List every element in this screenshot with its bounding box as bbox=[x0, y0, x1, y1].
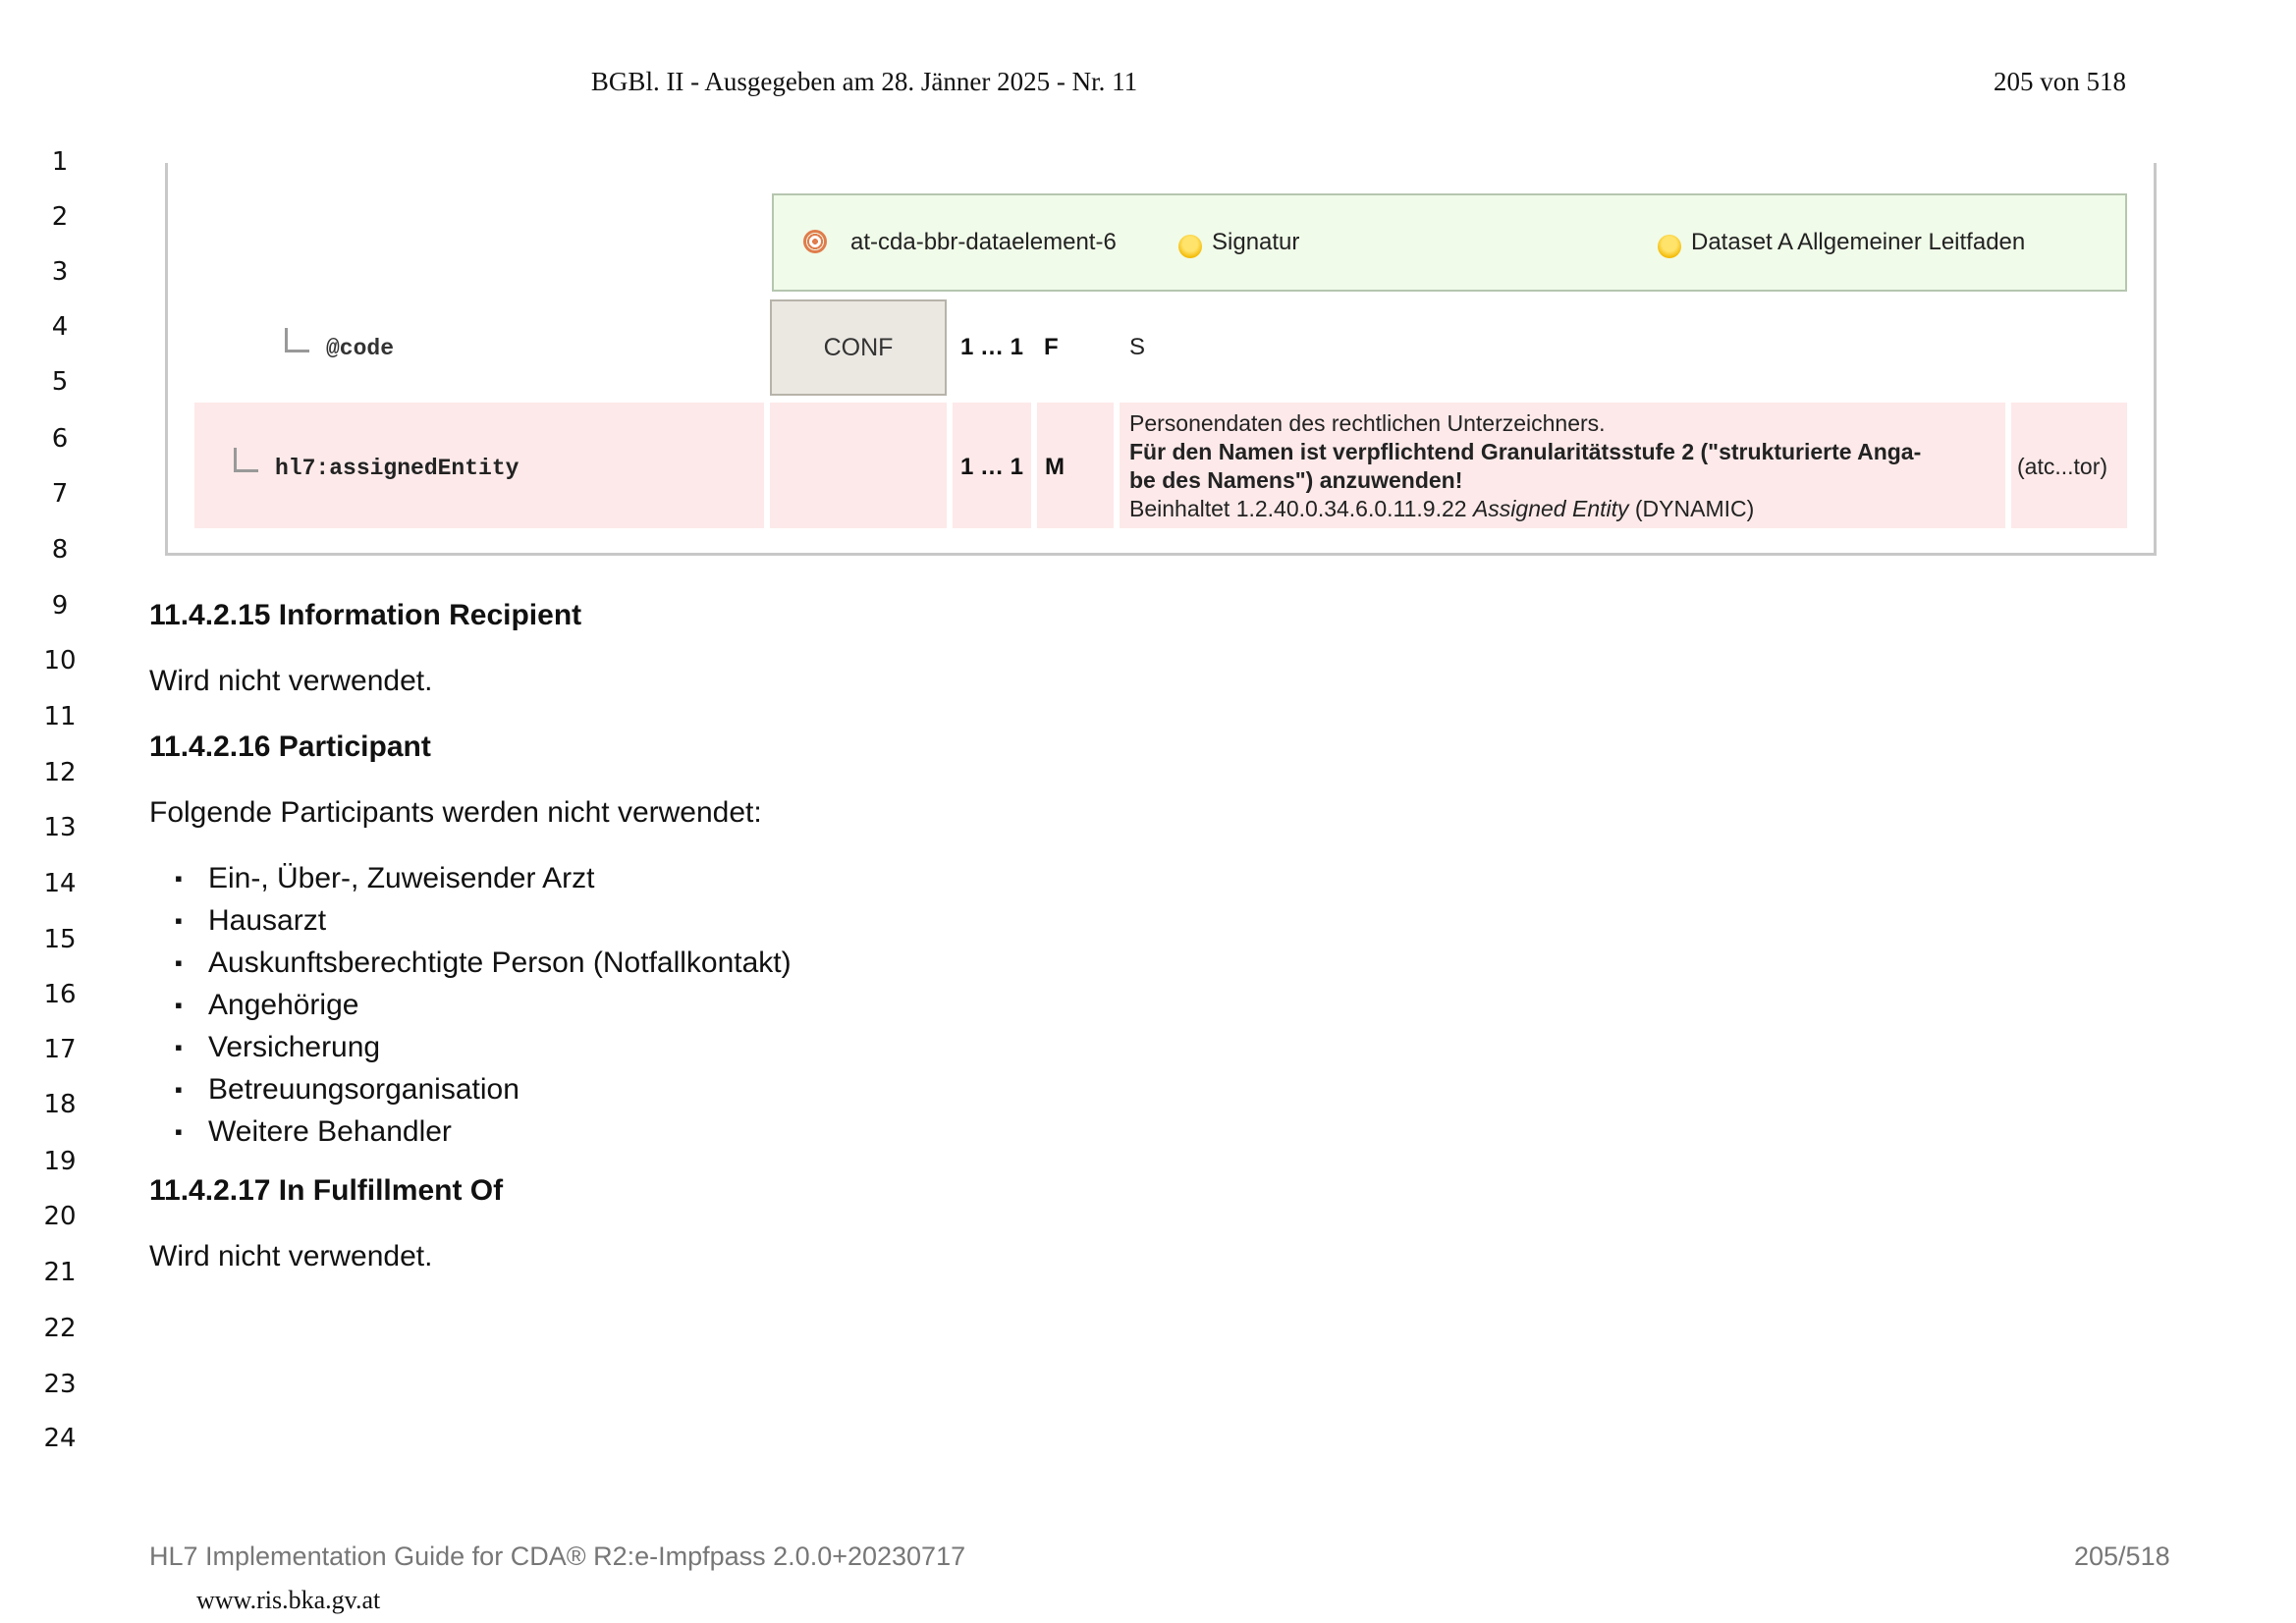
bullet-icon: ▪ bbox=[175, 950, 183, 975]
bullet-icon: ▪ bbox=[175, 908, 183, 933]
conformance-flag: F bbox=[1044, 334, 1059, 360]
list-item: Ein-, Über-, Zuweisender Arzt bbox=[208, 862, 595, 894]
line-number: 23 bbox=[43, 1370, 77, 1399]
section-text: Wird nicht verwendet. bbox=[149, 665, 433, 697]
line-number: 7 bbox=[51, 479, 69, 509]
description-requirement: Für den Namen ist verpflichtend Granular… bbox=[1129, 439, 1922, 464]
section-heading: 11.4.2.16 Participant bbox=[149, 730, 431, 763]
tree-connector-icon bbox=[234, 448, 258, 472]
description-contains: Beinhaltet 1.2.40.0.34.6.0.11.9.22 Assig… bbox=[1129, 496, 1754, 522]
concept-icon bbox=[1178, 235, 1202, 258]
line-number: 3 bbox=[51, 257, 69, 287]
table-cell-description: Personendaten des rechtlichen Unterzeich… bbox=[1120, 403, 2005, 528]
section-text: Wird nicht verwendet. bbox=[149, 1240, 433, 1272]
attribute-description: S bbox=[1129, 334, 1146, 360]
cardinality: 1 … 1 bbox=[960, 454, 1024, 480]
line-number: 19 bbox=[43, 1147, 77, 1176]
line-number: 8 bbox=[51, 535, 69, 565]
line-number: 2 bbox=[51, 202, 69, 232]
list-item: Angehörige bbox=[208, 989, 359, 1021]
dataset-name: Dataset A Allgemeiner Leitfaden bbox=[1691, 229, 2026, 255]
line-number: 20 bbox=[43, 1202, 77, 1231]
list-item: Betreuungsorganisation bbox=[208, 1073, 519, 1106]
list-item: Weitere Behandler bbox=[208, 1115, 452, 1148]
table-cell-name: hl7:assignedEntity bbox=[194, 403, 764, 528]
element-label: (atc...tor) bbox=[2017, 454, 2108, 479]
table-cell-conf bbox=[770, 403, 947, 528]
dataset-association-box: at-cda-bbr-dataelement-6 Signatur Datase… bbox=[772, 193, 2127, 292]
contains-prefix: Beinhaltet 1.2.40.0.34.6.0.11.9.22 bbox=[1129, 496, 1473, 521]
line-number: 18 bbox=[43, 1090, 77, 1119]
table-cell-flag: M bbox=[1037, 403, 1114, 528]
list-item: Versicherung bbox=[208, 1031, 381, 1063]
bullet-icon: ▪ bbox=[175, 1119, 183, 1144]
footer-url[interactable]: www.ris.bka.gv.at bbox=[196, 1586, 380, 1615]
line-number: 22 bbox=[43, 1314, 77, 1343]
cardinality: 1 … 1 bbox=[960, 334, 1024, 360]
description-line: Personendaten des rechtlichen Unterzeich… bbox=[1129, 410, 1606, 436]
section-heading: 11.4.2.17 In Fulfillment Of bbox=[149, 1174, 504, 1207]
tree-connector-icon bbox=[285, 328, 309, 352]
line-number: 24 bbox=[43, 1424, 77, 1453]
bullet-icon: ▪ bbox=[175, 1035, 183, 1059]
page-header-page-number: 205 von 518 bbox=[1994, 67, 2126, 96]
line-number: 17 bbox=[43, 1035, 77, 1064]
line-number: 10 bbox=[43, 646, 77, 676]
bullet-icon: ▪ bbox=[175, 866, 183, 891]
element-name: hl7:assignedEntity bbox=[275, 456, 519, 481]
line-number: 14 bbox=[43, 869, 77, 898]
target-icon bbox=[803, 230, 827, 253]
line-number: 13 bbox=[43, 813, 77, 842]
contains-suffix: (DYNAMIC) bbox=[1628, 496, 1755, 521]
line-number: 16 bbox=[43, 980, 77, 1009]
concept-name: Signatur bbox=[1212, 229, 1300, 255]
line-number: 1 bbox=[51, 147, 69, 177]
contains-template-name[interactable]: Assigned Entity bbox=[1473, 496, 1629, 521]
line-number: 9 bbox=[51, 591, 69, 621]
line-number: 21 bbox=[43, 1258, 77, 1287]
description-requirement: be des Namens") anzuwenden! bbox=[1129, 467, 1463, 493]
footer-guide-title: HL7 Implementation Guide for CDA® R2:e-I… bbox=[149, 1542, 966, 1571]
attribute-name: @code bbox=[326, 336, 395, 361]
line-number: 11 bbox=[43, 702, 77, 731]
bullet-icon: ▪ bbox=[175, 1077, 183, 1102]
line-number: 15 bbox=[43, 925, 77, 954]
page-header-title: BGBl. II - Ausgegeben am 28. Jänner 2025… bbox=[590, 67, 1138, 96]
table-cell-card: 1 … 1 bbox=[953, 403, 1031, 528]
dataelement-id: at-cda-bbr-dataelement-6 bbox=[850, 229, 1117, 255]
line-number: 6 bbox=[51, 424, 69, 454]
section-text: Folgende Participants werden nicht verwe… bbox=[149, 796, 762, 829]
table-cell-label: (atc...tor) bbox=[2011, 403, 2127, 528]
list-item: Auskunftsberechtigte Person (Notfallkont… bbox=[208, 947, 792, 979]
dataset-icon bbox=[1658, 235, 1681, 258]
bullet-icon: ▪ bbox=[175, 993, 183, 1017]
line-number: 5 bbox=[51, 367, 69, 397]
conf-badge: CONF bbox=[770, 299, 947, 396]
line-number: 4 bbox=[51, 312, 69, 342]
conformance-flag: M bbox=[1045, 454, 1065, 480]
list-item: Hausarzt bbox=[208, 904, 327, 937]
section-heading: 11.4.2.15 Information Recipient bbox=[149, 599, 582, 631]
line-number: 12 bbox=[43, 758, 77, 787]
footer-page-number: 205/518 bbox=[2074, 1542, 2170, 1571]
